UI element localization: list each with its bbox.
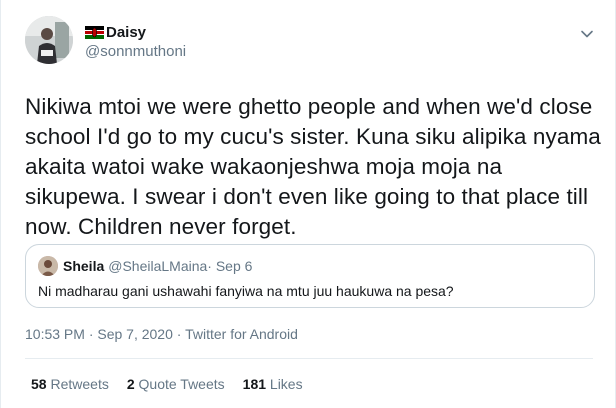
engagement-stats: 58 Retweets 2 Quote Tweets 181 Likes (31, 376, 321, 392)
quoted-tweet-header: Sheila @SheilaLMaina · Sep 6 (38, 256, 252, 276)
source-link[interactable]: Twitter for Android (185, 326, 298, 342)
quoted-tweet[interactable]: Sheila @SheilaLMaina · Sep 6 Ni madharau… (25, 244, 595, 308)
retweets-count: 58 (31, 376, 47, 392)
quote-tweets-stat[interactable]: 2 Quote Tweets (127, 376, 225, 392)
avatar[interactable] (25, 16, 73, 64)
quoted-avatar (38, 256, 58, 276)
quoted-date: · Sep 6 (207, 258, 253, 274)
display-name[interactable]: Daisy (106, 24, 146, 41)
display-name-row: Daisy (85, 22, 186, 42)
quoted-display-name: Sheila (63, 258, 105, 274)
quoted-text: Ni madharau gani ushawahi fanyiwa na mtu… (38, 283, 454, 299)
quoted-handle: @SheilaLMaina (108, 258, 208, 274)
likes-count: 181 (242, 376, 267, 392)
kenya-flag-icon (85, 25, 104, 39)
retweets-label: Retweets (50, 376, 109, 392)
likes-label: Likes (269, 376, 303, 392)
tweet-text: Nikiwa mtoi we were ghetto people and wh… (25, 94, 601, 239)
author-names: Daisy @sonnmuthoni (85, 22, 186, 60)
timestamp[interactable]: 10:53 PM · Sep 7, 2020 (25, 326, 173, 342)
timestamp-row: 10:53 PM · Sep 7, 2020 · Twitter for And… (25, 326, 298, 342)
quote-tweets-label: Quote Tweets (138, 376, 225, 392)
divider (25, 358, 593, 359)
quote-tweets-count: 2 (126, 376, 135, 392)
tweet-card: Daisy @sonnmuthoni Nikiwa mtoi we were g… (0, 0, 616, 408)
separator: · (172, 326, 186, 342)
handle[interactable]: @sonnmuthoni (85, 43, 186, 60)
likes-stat[interactable]: 181 Likes (243, 376, 303, 392)
retweets-stat[interactable]: 58 Retweets (31, 376, 109, 392)
chevron-down-icon[interactable] (579, 26, 595, 42)
